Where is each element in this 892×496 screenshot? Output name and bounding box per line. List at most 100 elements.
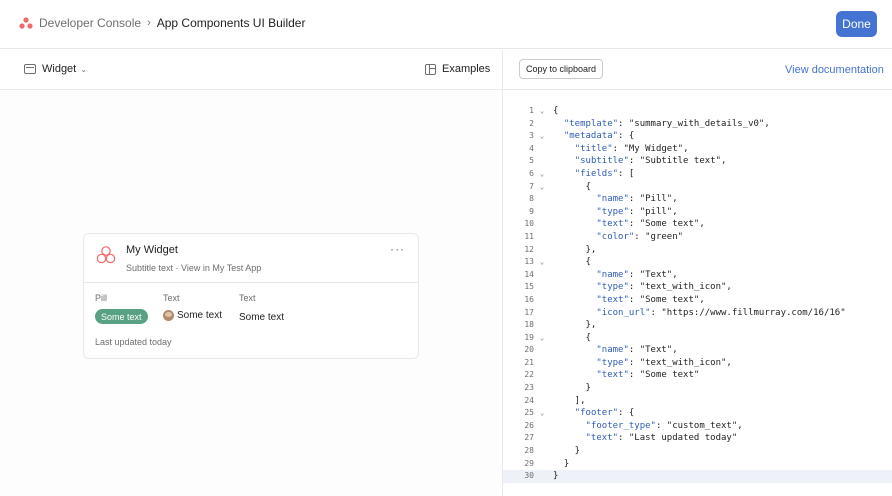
chevron-right-icon: › <box>147 17 151 29</box>
code-text: { <box>553 106 559 116</box>
fold-toggle-icon[interactable]: ⌄ <box>540 130 544 143</box>
code-line: 20 "name": "Text", <box>503 344 892 357</box>
done-button[interactable]: Done <box>836 11 877 37</box>
code-line: 23 } <box>503 382 892 395</box>
code-text: "name": "Text", <box>596 345 678 356</box>
code-line: 12 }, <box>503 244 892 257</box>
app-logo-icon <box>19 17 33 29</box>
code-text: "template": "summary_with_details_v0", <box>563 118 770 129</box>
code-text: }, <box>553 320 597 331</box>
code-text: "type": "text_with_icon", <box>596 282 732 293</box>
breadcrumb-root-link[interactable]: Developer Console <box>39 16 141 30</box>
code-line: 14 "name": "Text", <box>503 269 892 282</box>
code-toolbar: Copy to clipboard View documentation <box>503 50 892 90</box>
widget-subtitle: Subtitle text · View in My Test App <box>126 263 262 273</box>
code-line: 21 "type": "text_with_icon", <box>503 357 892 370</box>
line-number: 22 <box>524 370 534 380</box>
line-number: 1 <box>529 106 534 115</box>
line-number: 20 <box>524 345 534 355</box>
chevron-down-icon: ⌄ <box>80 64 87 74</box>
widget-footer: Last updated today <box>95 337 172 347</box>
examples-button[interactable]: Examples <box>425 63 490 75</box>
more-options-icon[interactable]: ··· <box>390 242 405 256</box>
fold-toggle-icon[interactable]: ⌄ <box>540 256 544 269</box>
code-text: "icon_url": "https://www.fillmurray.com/… <box>596 307 846 318</box>
line-number: 3 <box>529 131 534 141</box>
code-text: ], <box>553 395 586 406</box>
code-text: "text": "Some text", <box>596 294 705 305</box>
code-text: "name": "Pill", <box>596 194 678 205</box>
code-text: "fields": [ <box>574 168 635 179</box>
code-line: 28 } <box>503 445 892 458</box>
line-number: 28 <box>524 446 534 456</box>
code-line: 27 "text": "Last updated today" <box>503 432 892 445</box>
fold-toggle-icon[interactable]: ⌄ <box>540 168 544 181</box>
view-documentation-link[interactable]: View documentation <box>785 64 884 76</box>
code-line: 7 ⌄ { <box>503 181 892 194</box>
code-text: } <box>553 446 581 457</box>
field-label-pill: Pill <box>95 293 108 303</box>
fold-toggle-icon[interactable]: ⌄ <box>540 105 544 118</box>
line-number: 5 <box>529 156 534 166</box>
code-text: } <box>553 471 559 482</box>
line-number: 19 <box>524 332 534 342</box>
code-line: 15 "type": "text_with_icon", <box>503 281 892 294</box>
code-line: 17 "icon_url": "https://www.fillmurray.c… <box>503 307 892 320</box>
code-line: 2 "template": "summary_with_details_v0", <box>503 118 892 131</box>
line-number: 11 <box>524 231 534 241</box>
widget-card-header: My Widget Subtitle text · View in My Tes… <box>84 234 418 283</box>
widget-logo-icon <box>96 246 116 264</box>
code-line: 13 ⌄ { <box>503 256 892 269</box>
code-line: 16 "text": "Some text", <box>503 294 892 307</box>
code-text: "footer": { <box>574 408 635 419</box>
code-line: 3 ⌄ "metadata": { <box>503 130 892 143</box>
fold-toggle-icon[interactable]: ⌄ <box>540 332 544 345</box>
code-line: 22 "text": "Some text" <box>503 369 892 382</box>
code-text: "type": "text_with_icon", <box>596 357 732 368</box>
code-text: "name": "Text", <box>596 269 678 280</box>
code-text: "type": "pill", <box>596 206 678 217</box>
code-line: 26 "footer_type": "custom_text", <box>503 420 892 433</box>
line-number: 2 <box>529 118 534 128</box>
line-number: 7 <box>529 181 534 191</box>
line-number: 18 <box>524 320 534 330</box>
json-code-editor[interactable]: 1 ⌄ {2 "template": "summary_with_details_v… <box>503 105 892 483</box>
code-line: 19 ⌄ { <box>503 332 892 345</box>
code-line: 30} <box>503 470 892 483</box>
widget-preview-card: My Widget Subtitle text · View in My Tes… <box>83 233 419 359</box>
fold-toggle-icon[interactable]: ⌄ <box>540 181 544 194</box>
widget-title: My Widget <box>126 244 178 256</box>
line-number: 23 <box>524 383 534 393</box>
top-bar: Developer Console › App Components UI Bu… <box>0 0 892 49</box>
field-label-text: Text <box>163 293 180 303</box>
code-text: "title": "My Widget", <box>574 143 689 154</box>
widget-type-label: Widget <box>42 63 77 75</box>
field-label-text: Text <box>239 293 256 303</box>
line-number: 17 <box>524 307 534 317</box>
preview-toolbar: Widget ⌄ Examples <box>0 50 502 90</box>
line-number: 10 <box>524 219 534 229</box>
line-number: 24 <box>524 395 534 405</box>
fold-toggle-icon[interactable]: ⌄ <box>540 407 544 420</box>
line-number: 27 <box>524 433 534 443</box>
code-line: 1 ⌄ { <box>503 105 892 118</box>
code-text: { <box>553 257 591 268</box>
code-line: 11 "color": "green" <box>503 231 892 244</box>
code-text: } <box>553 458 570 469</box>
line-number: 16 <box>524 294 534 304</box>
code-line: 24 ], <box>503 395 892 408</box>
status-pill: Some text <box>95 309 148 324</box>
code-text: { <box>553 181 591 192</box>
line-number: 6 <box>529 168 534 178</box>
code-text: "metadata": { <box>563 131 635 142</box>
code-line: 6 ⌄ "fields": [ <box>503 168 892 181</box>
line-number: 21 <box>524 357 534 367</box>
widget-icon <box>24 64 36 74</box>
line-number: 15 <box>524 282 534 292</box>
code-line: 10 "text": "Some text", <box>503 218 892 231</box>
code-text: "footer_type": "custom_text", <box>585 420 743 431</box>
code-text: "text": "Some text" <box>596 370 700 381</box>
line-number: 4 <box>529 143 534 153</box>
widget-type-dropdown[interactable]: Widget ⌄ <box>24 63 87 75</box>
copy-to-clipboard-button[interactable]: Copy to clipboard <box>519 59 603 79</box>
